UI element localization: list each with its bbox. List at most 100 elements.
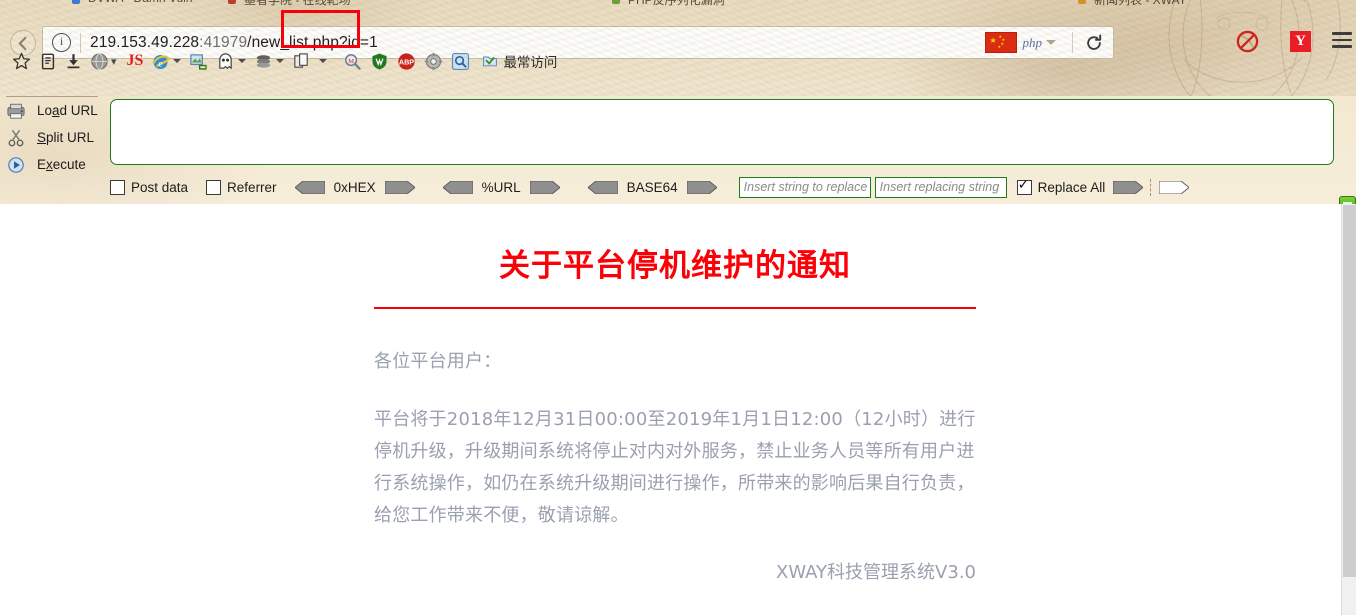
globe-grey-button[interactable]: ▾ xyxy=(86,49,123,73)
base64-decode-button[interactable] xyxy=(586,180,619,194)
flag-star-large: ★ xyxy=(989,36,997,45)
menu-line xyxy=(1332,32,1352,35)
post-data-checkbox[interactable] xyxy=(110,179,125,195)
ie-browser-icon: e xyxy=(152,54,170,69)
url-encode-button[interactable] xyxy=(529,180,561,194)
folder-icon xyxy=(483,56,498,67)
hackbar-menu-sql-basics[interactable]: SQL BASICS xyxy=(142,96,231,97)
library-icon xyxy=(41,53,55,69)
navigation-toolbar: i 219.153.49.228:41979/new_list.php?id=1… xyxy=(0,12,1356,59)
hackbar-menu-xss[interactable]: XSS xyxy=(903,96,939,97)
page-scrollbar-track[interactable] xyxy=(1341,204,1356,615)
hackbar-menu-lfi[interactable]: LFI xyxy=(941,96,970,97)
page-copy-icon xyxy=(294,52,309,68)
gear-icon xyxy=(425,52,443,70)
tab-strip[interactable]: DVWA - Damn Vuln 墨者学院 - 在线靶场 PHP反序列化漏洞 新… xyxy=(0,0,1356,12)
hex-encode-button[interactable] xyxy=(384,180,416,194)
svg-text:M: M xyxy=(349,57,355,64)
notice-signature: XWAY科技管理系统V3.0 xyxy=(776,562,976,583)
page-title: 关于平台停机维护的通知 xyxy=(499,248,851,284)
bookmark-star-button[interactable] xyxy=(8,49,35,73)
library-button[interactable] xyxy=(35,49,61,73)
load-url-button[interactable]: Load URL xyxy=(6,98,110,123)
search-addon-button[interactable] xyxy=(447,49,474,73)
settings-gear-button[interactable] xyxy=(420,49,447,73)
notice-salutation: 各位平台用户： xyxy=(374,351,502,372)
referrer-checkbox[interactable] xyxy=(206,179,222,195)
most-visited-bookmark[interactable]: 最常访问 xyxy=(478,49,561,73)
url-codec-group: %URL xyxy=(441,179,561,195)
play-button-icon xyxy=(8,156,24,173)
url-decode-button[interactable] xyxy=(441,180,474,194)
hackbar-request-textarea[interactable] xyxy=(110,99,1334,165)
layers-stack-button[interactable] xyxy=(250,49,288,73)
replace-apply-button[interactable] xyxy=(1112,180,1144,194)
wot-shield-button[interactable] xyxy=(366,49,393,73)
tab-favicon xyxy=(1078,0,1086,4)
hackbar-menu-other[interactable]: OTHER xyxy=(847,96,903,97)
hackbar-menu-union-based[interactable]: UNION BASED xyxy=(224,96,326,97)
tab-favicon xyxy=(72,0,80,4)
chevron-down-icon[interactable] xyxy=(319,59,328,63)
downloads-button[interactable] xyxy=(61,49,86,73)
tab-title[interactable]: PHP反序列化漏洞 xyxy=(628,0,725,7)
hamburger-menu-icon[interactable] xyxy=(1332,32,1352,48)
ie-tab-button[interactable]: e xyxy=(147,49,185,73)
load-url-icon xyxy=(7,103,25,119)
menu-line xyxy=(1332,38,1352,42)
image-swap-icon xyxy=(190,53,208,70)
notice-paragraph: 平台将于2018年12月31日00:00至2019年1月1日12:00（12小时… xyxy=(374,409,976,526)
hackbar-type-select[interactable]: INT xyxy=(6,96,98,97)
replace-to-input[interactable]: Insert replacing string xyxy=(874,176,1007,198)
hackbar-menu-encryption[interactable]: ENCRYPTION xyxy=(755,96,852,97)
chevron-down-icon[interactable] xyxy=(276,59,285,63)
ghost-privacy-button[interactable] xyxy=(212,49,250,73)
hackbar-panel: INT SQL BASICS UNION BASED ERROR/DOUBLE … xyxy=(0,96,1356,205)
page-scrollbar-thumb[interactable] xyxy=(1343,205,1356,577)
image-swap-button[interactable] xyxy=(185,49,212,73)
chevron-down-icon[interactable] xyxy=(173,59,182,63)
hackbar-menu-html[interactable]: HTML xyxy=(707,96,753,97)
maintenance-notice: 关于平台停机维护的通知 各位平台用户： 平台将于2018年12月31日00:00… xyxy=(374,240,976,584)
magnifier-search-button[interactable]: M xyxy=(339,49,366,73)
ghost-icon xyxy=(219,52,233,69)
hackbar-menu-tools[interactable]: TOOLS xyxy=(477,96,532,97)
javascript-toggle-button[interactable]: JS xyxy=(123,49,148,73)
browser-window: DVWA - Damn Vuln 墨者学院 - 在线靶场 PHP反序列化漏洞 新… xyxy=(0,0,1356,615)
chevron-down-icon[interactable] xyxy=(238,59,247,63)
replace-from-input[interactable]: Insert string to replace xyxy=(738,176,871,198)
notice-body: 各位平台用户： 平台将于2018年12月31日00:00至2019年1月1日12… xyxy=(374,346,976,532)
replace-all-label: Replace All xyxy=(1037,179,1106,195)
tab-title[interactable]: 墨者学院 - 在线靶场 xyxy=(244,0,351,7)
hackbar-actions: Load URL Split URL Execute xyxy=(6,98,110,179)
tab-title[interactable]: 新闻列表 - XWAY xyxy=(1094,0,1187,7)
hackbar-menu-error-double-query[interactable]: ERROR/DOUBLE QUERY xyxy=(323,96,492,97)
globe-grey-icon xyxy=(91,52,108,70)
title-divider xyxy=(374,307,976,309)
js-text-icon: JS xyxy=(126,52,144,69)
replace-apply-secondary-button[interactable] xyxy=(1158,180,1190,194)
hackbar-stepper-plus[interactable] xyxy=(122,96,135,97)
scissors-icon xyxy=(8,129,24,146)
hackbar-menu-waf-bypass[interactable]: WAF BYPASS xyxy=(535,96,630,97)
base64-codec-label: BASE64 xyxy=(626,179,678,195)
hex-decode-button[interactable] xyxy=(293,180,326,194)
split-url-button[interactable]: Split URL xyxy=(6,125,110,150)
tab-title[interactable]: DVWA - Damn Vuln xyxy=(88,0,192,7)
download-arrow-icon xyxy=(67,54,80,69)
execute-button[interactable]: Execute xyxy=(6,152,110,177)
replace-all-checkbox[interactable] xyxy=(1016,177,1032,195)
referrer-label: Referrer xyxy=(227,179,277,195)
url-codec-label: %URL xyxy=(481,179,521,195)
bookmarks-toolbar: ▾ JS e M ABP 最常访问 xyxy=(0,48,1356,74)
abp-badge-icon: ABP xyxy=(398,52,416,70)
base64-encode-button[interactable] xyxy=(686,180,718,194)
page-copy-button[interactable] xyxy=(288,49,331,73)
hackbar-menu-encoding[interactable]: ENCODING xyxy=(624,96,706,97)
most-visited-label: 最常访问 xyxy=(503,55,558,70)
chevron-down-icon[interactable] xyxy=(1046,40,1056,45)
hackbar-options-row: Post data Referrer 0xHEX %URL BASE64 Ins… xyxy=(110,176,1350,198)
hackbar-stepper-minus[interactable] xyxy=(104,96,119,97)
adblock-plus-button[interactable]: ABP xyxy=(393,49,420,73)
svg-text:e: e xyxy=(159,59,163,69)
